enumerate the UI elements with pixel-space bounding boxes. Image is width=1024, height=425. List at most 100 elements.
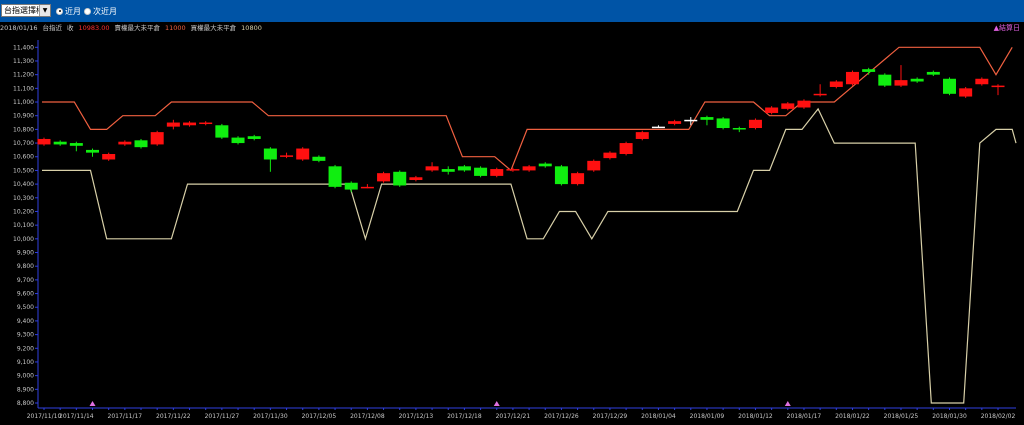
settlement-marker (89, 401, 96, 406)
y-tick-label: 11,200 (13, 72, 34, 79)
y-tick-label: 9,200 (17, 345, 34, 352)
candle-body (360, 186, 374, 189)
candle-body (409, 177, 423, 181)
candle-body (474, 167, 488, 176)
candle-body (425, 166, 439, 171)
candle-body (571, 173, 585, 185)
y-tick-label: 10,600 (13, 154, 34, 161)
candle-body (118, 141, 132, 145)
candle-body (732, 128, 746, 130)
x-tick-label: 2017/12/18 (447, 413, 482, 420)
x-tick-label: 2018/01/17 (787, 413, 822, 420)
x-tick-label: 2018/01/12 (738, 413, 773, 420)
y-tick-label: 10,000 (13, 236, 34, 243)
x-tick-label: 2017/11/27 (205, 413, 240, 420)
x-tick-label: 2018/01/22 (835, 413, 870, 420)
y-tick-label: 9,400 (17, 318, 34, 325)
put-oi-line (42, 107, 1017, 404)
settlement-marker (784, 401, 791, 406)
candle-body (263, 148, 277, 160)
candle-body (69, 143, 83, 146)
candle-body (280, 155, 294, 157)
y-tick-label: 11,300 (13, 58, 34, 65)
y-tick-label: 10,800 (13, 126, 34, 133)
candle-body (619, 143, 633, 155)
candle-body (199, 122, 213, 125)
candle-body (377, 173, 391, 182)
y-tick-label: 10,700 (13, 140, 34, 147)
candle-body (166, 122, 180, 127)
candle-body (700, 117, 714, 120)
candle-body (959, 88, 973, 97)
candle-body (991, 85, 1005, 88)
y-tick-label: 9,300 (17, 332, 34, 339)
candle-body (910, 78, 924, 82)
y-tick-label: 9,700 (17, 277, 34, 284)
x-tick-label: 2017/12/13 (399, 413, 434, 420)
candle-body (344, 182, 358, 190)
candle-body (781, 103, 795, 109)
candle-body (684, 119, 698, 122)
candle-body (603, 152, 617, 159)
candle-body (183, 122, 197, 126)
call-oi-line (42, 46, 1013, 172)
x-tick-label: 2017/12/05 (302, 413, 337, 420)
x-tick-label: 2017/12/29 (593, 413, 628, 420)
y-tick-label: 10,500 (13, 167, 34, 174)
y-tick-label: 11,400 (13, 44, 34, 51)
y-tick-label: 9,800 (17, 263, 34, 270)
y-tick-label: 9,900 (17, 250, 34, 257)
y-tick-label: 10,900 (13, 113, 34, 120)
candle-body (538, 163, 552, 167)
candle-body (845, 71, 859, 85)
candle-body (53, 141, 67, 145)
candle-body (457, 166, 471, 171)
candle-body (150, 132, 164, 145)
x-tick-label: 2018/01/30 (932, 413, 967, 420)
candle-body (134, 140, 148, 148)
x-tick-label: 2017/11/30 (253, 413, 288, 420)
candle-body (829, 81, 843, 87)
x-tick-label: 2018/01/09 (690, 413, 725, 420)
x-tick-label: 2017/12/08 (350, 413, 385, 420)
y-tick-label: 11,000 (13, 99, 34, 106)
candle-body (765, 107, 779, 113)
candle-body (797, 100, 811, 108)
candle-body (328, 166, 342, 187)
candle-body (102, 154, 116, 160)
x-tick-label: 2017/12/21 (496, 413, 531, 420)
x-tick-label: 2017/11/17 (108, 413, 143, 420)
candle-body (635, 132, 649, 139)
candle-body (942, 78, 956, 94)
candle-body (862, 69, 876, 72)
candle-body (490, 169, 504, 176)
candle-body (878, 74, 892, 86)
candle-body (393, 171, 407, 186)
y-tick-label: 9,000 (17, 373, 34, 380)
candle-body (894, 80, 908, 86)
x-tick-label: 2018/01/25 (884, 413, 919, 420)
x-tick-label: 2018/01/04 (641, 413, 676, 420)
x-tick-label: 2017/11/14 (59, 413, 94, 420)
candle-body (668, 121, 682, 124)
y-tick-label: 10,400 (13, 181, 34, 188)
candle-body (975, 78, 989, 85)
y-tick-label: 9,100 (17, 359, 34, 366)
x-tick-label: 2017/11/22 (156, 413, 191, 420)
x-tick-label: 2017/11/10 (27, 413, 62, 420)
candle-body (716, 118, 730, 129)
candle-body (231, 137, 245, 144)
candle-body (522, 166, 536, 171)
candle-body (441, 169, 455, 172)
y-tick-label: 11,100 (13, 85, 34, 92)
candle-body (813, 93, 827, 96)
candle-body (247, 136, 261, 139)
y-tick-label: 10,300 (13, 195, 34, 202)
x-tick-label: 2017/12/26 (544, 413, 579, 420)
candle-body (587, 160, 601, 171)
candle-body (215, 125, 229, 138)
candle-body (506, 169, 520, 171)
y-tick-label: 10,100 (13, 222, 34, 229)
candle-body (296, 148, 310, 160)
settlement-marker (493, 401, 500, 406)
